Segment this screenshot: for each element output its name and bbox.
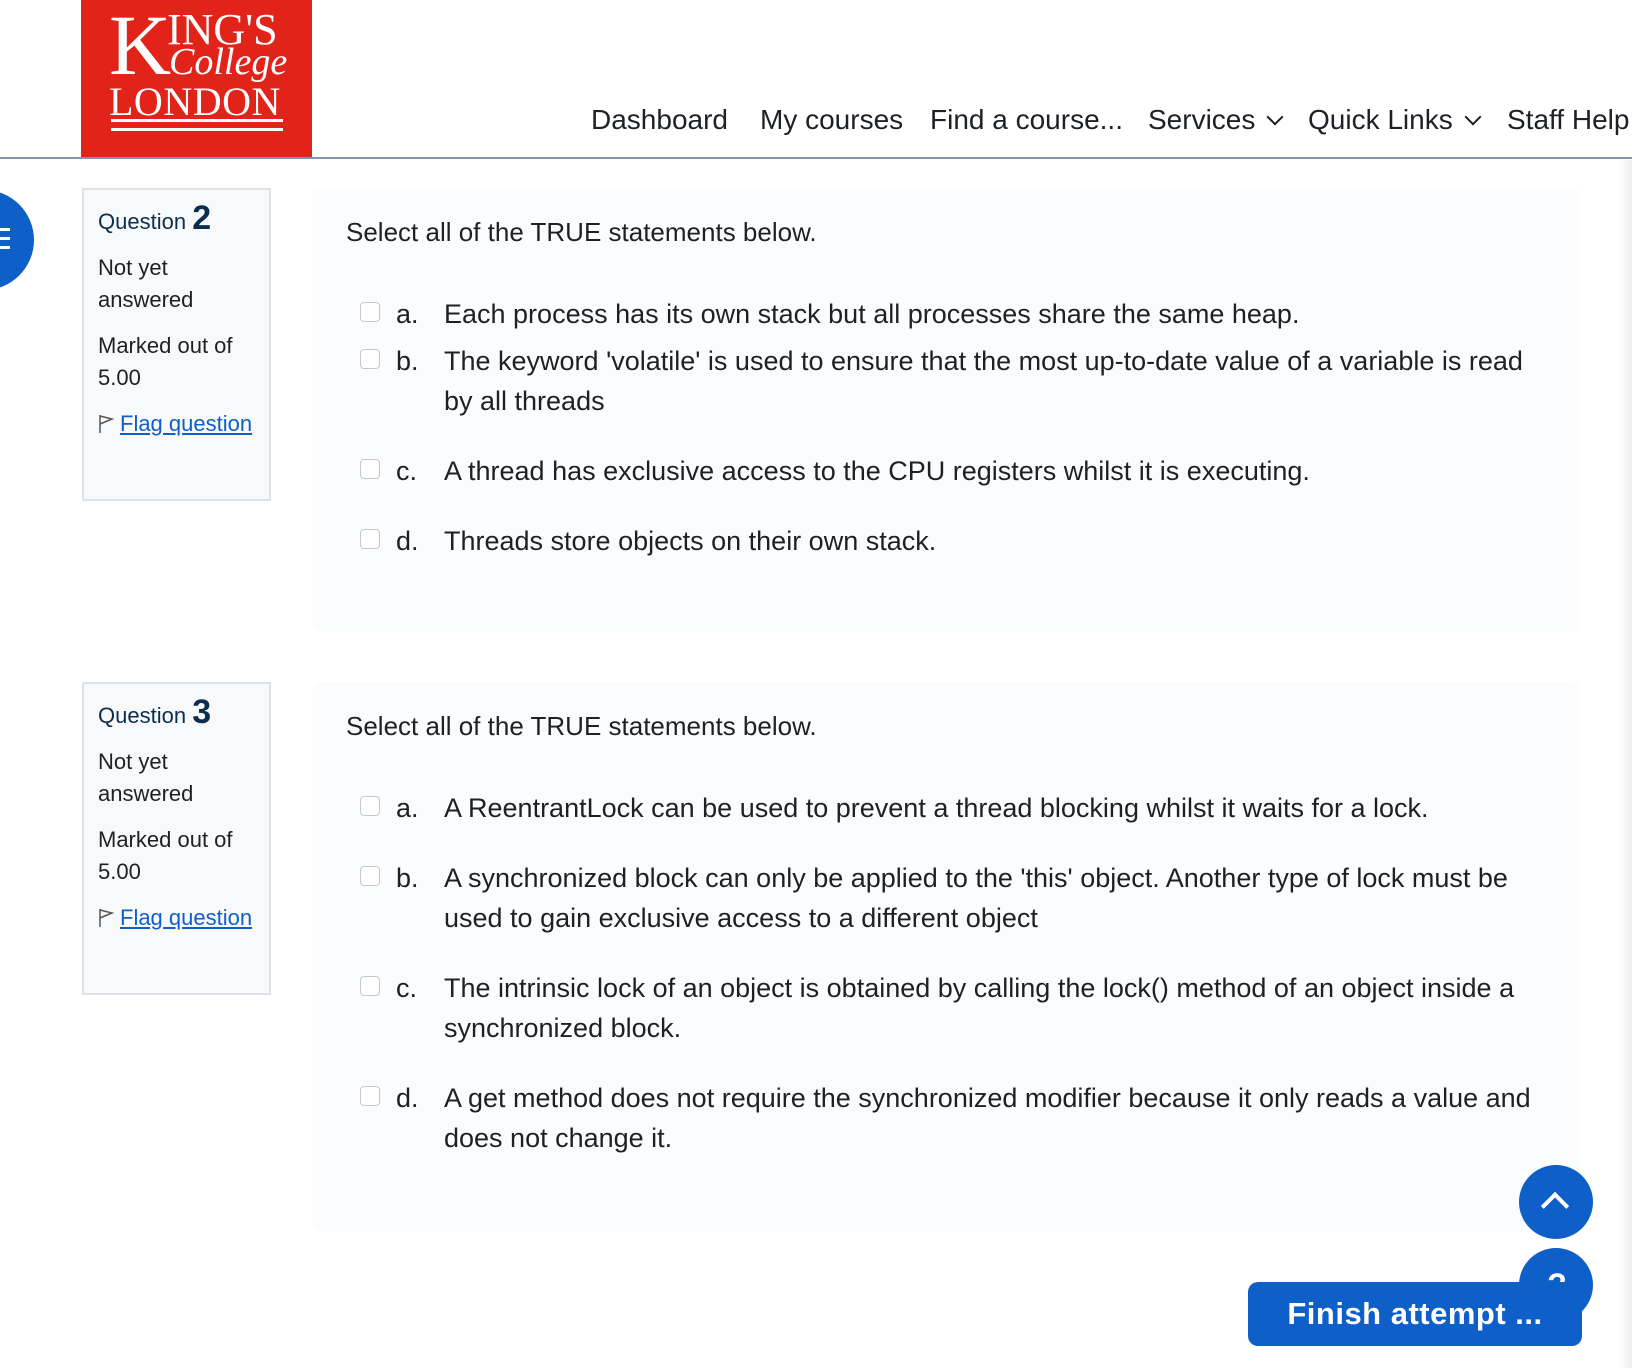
kcl-logo[interactable]: K ING'S College LONDON [81, 0, 312, 158]
answer-option[interactable]: b. The keyword 'volatile' is used to ensu… [346, 341, 1580, 421]
answer-checkbox[interactable] [360, 1086, 380, 1106]
option-letter: b. [396, 346, 419, 376]
finish-attempt-button[interactable]: Finish attempt ... [1248, 1282, 1582, 1346]
menu-icon-bar [0, 246, 10, 249]
nav-quick-links-label: Quick Links [1308, 104, 1453, 135]
question-prompt: Select all of the TRUE statements below. [346, 711, 817, 741]
answer-checkbox[interactable] [360, 976, 380, 996]
nav-quick-links[interactable]: Quick Links [1308, 104, 1482, 136]
answer-option[interactable]: a. Each process has its own stack but all… [346, 294, 1580, 334]
question-state: Not yet answered [98, 749, 194, 806]
option-text: Each process has its own stack but all p… [444, 299, 1300, 329]
option-letter: d. [396, 1083, 419, 1113]
answer-option[interactable]: d. Threads store objects on their own sta… [346, 521, 1580, 561]
option-letter: c. [396, 973, 418, 1003]
nav-my-courses[interactable]: My courses [760, 104, 903, 136]
page-edge-shadow [1618, 160, 1632, 1368]
answer-checkbox[interactable] [360, 349, 380, 369]
option-text: The keyword 'volatile' is used to ensure… [444, 346, 1523, 416]
question-content: Select all of the TRUE statements below.… [312, 188, 1580, 632]
answer-option[interactable]: a. A ReentrantLock can be used to prevent… [346, 788, 1580, 828]
flag-question-link[interactable]: Flag question [120, 905, 252, 930]
answer-checkbox[interactable] [360, 302, 380, 322]
menu-icon [0, 228, 10, 231]
answer-option[interactable]: b. A synchronized block can only be appli… [346, 858, 1580, 938]
question-state: Not yet answered [98, 255, 194, 312]
answer-checkbox[interactable] [360, 459, 380, 479]
question-number: Question 2 [98, 199, 212, 237]
question-number: Question 3 [98, 693, 212, 731]
option-text: A thread has exclusive access to the CPU… [444, 456, 1310, 486]
answer-checkbox[interactable] [360, 866, 380, 886]
header-divider [0, 157, 1632, 159]
nav-services-label: Services [1148, 104, 1256, 135]
option-letter: a. [396, 793, 419, 823]
option-text: A ReentrantLock can be used to prevent a… [444, 793, 1429, 823]
answer-checkbox[interactable] [360, 796, 380, 816]
nav-staff-help[interactable]: Staff Help [1507, 104, 1629, 136]
nav-find-course[interactable]: Find a course... [930, 104, 1123, 136]
nav-services[interactable]: Services [1148, 104, 1284, 136]
question-prompt: Select all of the TRUE statements below. [346, 217, 817, 247]
answer-option[interactable]: c. The intrinsic lock of an object is obt… [346, 968, 1580, 1048]
option-letter: d. [396, 526, 419, 556]
question-info: Question 2 Not yet answered Marked out o… [82, 188, 271, 501]
question-content: Select all of the TRUE statements below.… [312, 682, 1580, 1232]
menu-icon-bar [0, 237, 10, 240]
nav-dashboard[interactable]: Dashboard [591, 104, 728, 136]
option-text: A get method does not require the synchr… [444, 1083, 1531, 1153]
back-to-top-button[interactable] [1519, 1165, 1593, 1239]
chevron-down-icon [1464, 108, 1482, 126]
option-letter: b. [396, 863, 419, 893]
option-text: The intrinsic lock of an object is obtai… [444, 973, 1515, 1043]
question-marks: Marked out of 5.00 [98, 827, 233, 884]
option-text: A synchronized block can only be applied… [444, 863, 1508, 933]
answer-checkbox[interactable] [360, 529, 380, 549]
flag-icon [99, 909, 114, 927]
chevron-down-icon [1266, 108, 1284, 126]
question-info: Question 3 Not yet answered Marked out o… [82, 682, 271, 995]
option-letter: a. [396, 299, 419, 329]
answer-option[interactable]: c. A thread has exclusive access to the C… [346, 451, 1580, 491]
option-text: Threads store objects on their own stack… [444, 526, 937, 556]
flag-icon [99, 415, 114, 433]
drawer-toggle-button[interactable] [0, 190, 34, 290]
chevron-up-icon [1540, 1191, 1570, 1221]
flag-question-link[interactable]: Flag question [120, 411, 252, 436]
question-marks: Marked out of 5.00 [98, 333, 233, 390]
option-letter: c. [396, 456, 418, 486]
answer-option[interactable]: d. A get method does not require the sync… [346, 1078, 1580, 1158]
